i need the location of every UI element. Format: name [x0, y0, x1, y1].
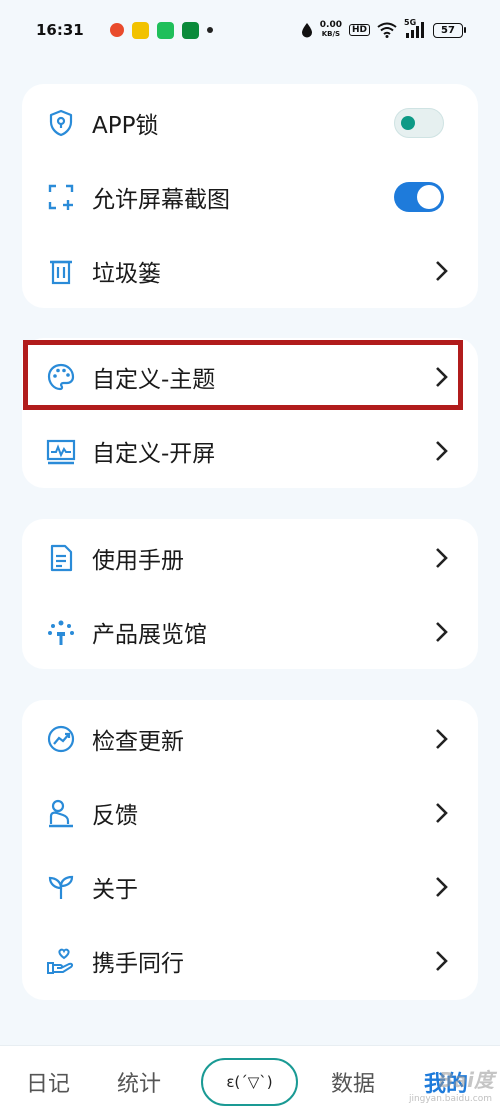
net-speed-unit: KB/S	[321, 30, 341, 38]
notification-icons	[109, 21, 213, 39]
hd-badge: HD	[348, 24, 370, 36]
app-lock-label: APP锁	[92, 113, 159, 139]
manual-icon	[50, 544, 73, 572]
settings-card-about: 检查更新 反馈 关于 携手同行	[22, 700, 478, 1000]
screenshot-icon	[48, 184, 74, 210]
status-bar: 16:31 0.00 KB/S HD 5G 57	[0, 0, 500, 60]
check-update-label: 检查更新	[92, 729, 184, 755]
about-row[interactable]: 关于	[22, 850, 478, 924]
user-manual-row[interactable]: 使用手册	[22, 521, 478, 595]
chevron-right-icon	[436, 951, 448, 971]
watermark-logo: Bai度	[438, 1068, 494, 1092]
product-showcase-row[interactable]: 产品展览馆	[22, 595, 478, 669]
battery-level: 57	[433, 22, 463, 38]
watermark-url: jingyan.baidu.com	[408, 1094, 492, 1104]
heart-hand-icon	[47, 948, 74, 974]
allow-screenshot-label: 允许屏幕截图	[92, 187, 230, 213]
trash-icon	[50, 260, 72, 285]
showcase-icon	[48, 620, 74, 645]
settings-card-guide: 使用手册 产品展览馆	[22, 519, 478, 669]
nav-tab-data[interactable]: 数据	[331, 1066, 375, 1098]
signal-icon: 5G	[404, 18, 426, 39]
app-notification-icon	[131, 21, 149, 39]
custom-splash-label: 自定义-开屏	[92, 441, 216, 467]
app-notification-icon	[109, 23, 124, 37]
nav-center-button[interactable]: ε(ˊ▽ˋ)	[201, 1058, 298, 1106]
settings-card-security: APP锁 允许屏幕截图 垃圾篓	[22, 84, 478, 308]
chevron-right-icon	[436, 729, 448, 749]
more-notifications-icon	[206, 27, 213, 33]
net-speed-value: 0.00	[319, 20, 342, 30]
app-lock-row[interactable]: APP锁	[22, 86, 478, 160]
partners-label: 携手同行	[92, 951, 184, 977]
allow-screenshot-toggle[interactable]	[394, 182, 444, 212]
chevron-right-icon	[436, 803, 448, 823]
chevron-right-icon	[436, 261, 448, 281]
chevron-right-icon	[436, 877, 448, 897]
custom-splash-row[interactable]: 自定义-开屏	[22, 414, 478, 488]
bottom-nav: 日记 统计 ε(ˊ▽ˋ) 数据 我的 Bai度 jingyan.baidu.co…	[0, 1045, 500, 1117]
allow-screenshot-row[interactable]: 允许屏幕截图	[22, 160, 478, 234]
chevron-right-icon	[436, 441, 448, 461]
nav-tab-stats[interactable]: 统计	[117, 1066, 161, 1098]
highlight-box	[23, 340, 463, 410]
chevron-right-icon	[436, 548, 448, 568]
check-update-row[interactable]: 检查更新	[22, 702, 478, 776]
wifi-icon	[377, 22, 397, 38]
product-showcase-label: 产品展览馆	[92, 622, 207, 648]
status-time: 16:31	[36, 21, 84, 39]
net-speed: 0.00 KB/S	[320, 21, 342, 39]
phone-notification-icon	[156, 21, 174, 39]
update-icon	[47, 725, 75, 753]
app-notification-icon	[181, 21, 199, 39]
chevron-right-icon	[436, 622, 448, 642]
trash-row[interactable]: 垃圾篓	[22, 234, 478, 308]
user-manual-label: 使用手册	[92, 548, 184, 574]
partners-row[interactable]: 携手同行	[22, 924, 478, 998]
battery-icon: 57	[433, 22, 466, 38]
feedback-row[interactable]: 反馈	[22, 776, 478, 850]
sprout-icon	[48, 875, 74, 899]
app-lock-toggle[interactable]	[394, 108, 444, 138]
splash-screen-icon	[46, 439, 76, 465]
feedback-label: 反馈	[92, 803, 138, 829]
status-indicators: 0.00 KB/S HD 5G 57	[301, 18, 466, 39]
shield-lock-icon	[49, 109, 73, 137]
feedback-icon	[49, 799, 73, 828]
trash-label: 垃圾篓	[92, 261, 161, 287]
nav-tab-diary[interactable]: 日记	[26, 1066, 70, 1098]
data-drop-icon	[301, 23, 312, 38]
about-label: 关于	[92, 877, 138, 903]
